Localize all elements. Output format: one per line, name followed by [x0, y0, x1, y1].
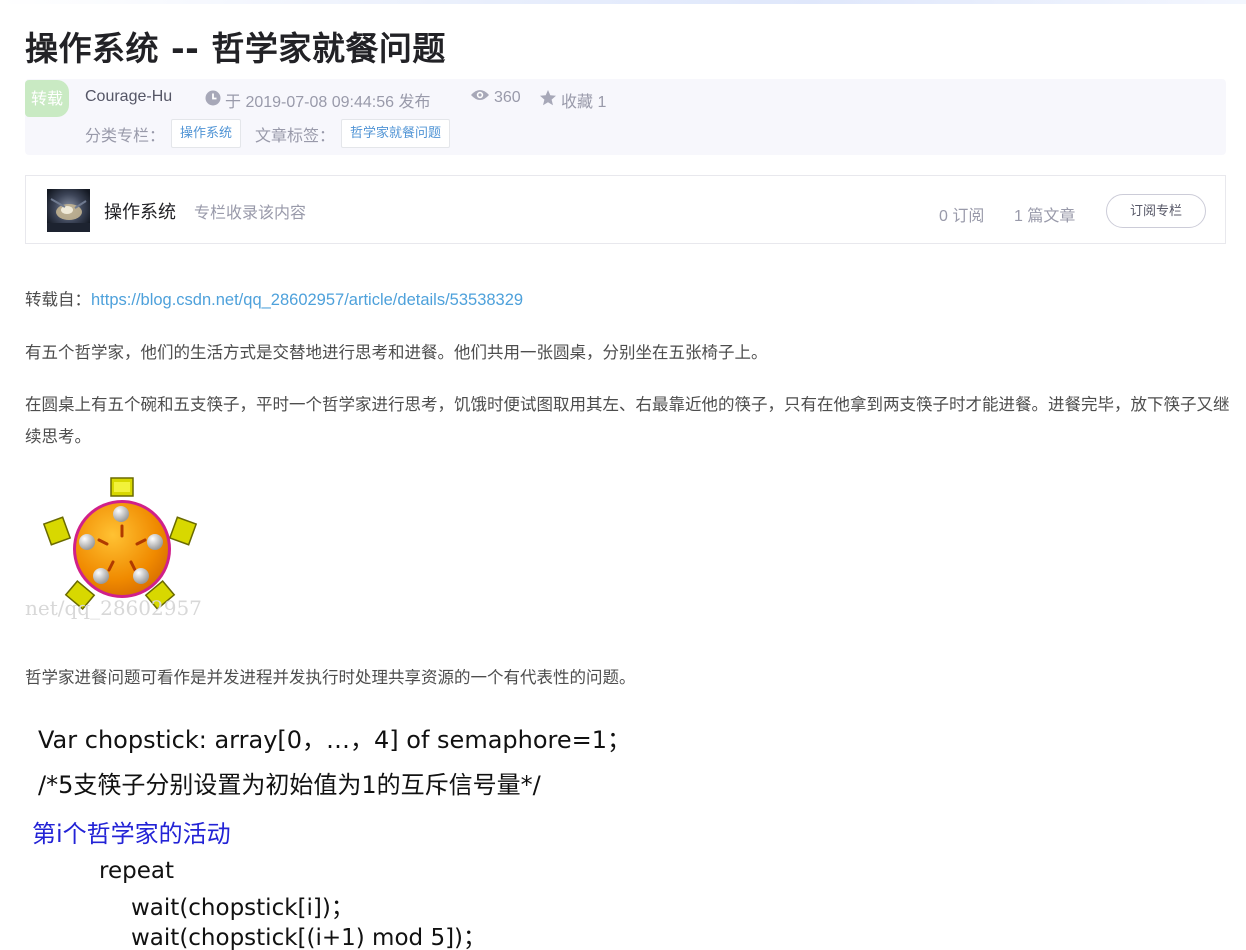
- code-line-1: Var chopstick: array[0，…，4] of semaphore…: [38, 726, 632, 754]
- article-title: 操作系统 -- 哲学家就餐问题: [25, 29, 446, 68]
- code-line-2: /*5支筷子分别设置为初始值为1的互斥信号量*/: [38, 771, 541, 799]
- code-line-3: 第i个哲学家的活动: [32, 820, 231, 848]
- column-cover-image[interactable]: [47, 189, 90, 232]
- publish-time-text: 于 2019-07-08 09:44:56 发布: [225, 94, 431, 111]
- subscribe-column-button[interactable]: 订阅专栏: [1106, 194, 1206, 228]
- favorite-button[interactable]: 收藏 1: [539, 88, 606, 112]
- tag-chip[interactable]: 哲学家就餐问题: [341, 119, 451, 148]
- category-label: 分类专栏：: [85, 125, 166, 145]
- image-watermark: net/qq_28602957: [25, 596, 202, 620]
- column-subscriber-count: 0 订阅: [939, 208, 985, 225]
- paragraph-3: 哲学家进餐问题可看作是并发进程并发执行时处理共享资源的一个有代表性的问题。: [25, 668, 636, 687]
- view-count: 360: [470, 88, 521, 107]
- star-icon: [539, 89, 557, 112]
- publish-time: 于 2019-07-08 09:44:56 发布: [205, 88, 430, 112]
- paragraph-2: 在圆桌上有五个碗和五支筷子，平时一个哲学家进行思考，饥饿时便试图取用其左、右最靠…: [25, 395, 1230, 446]
- repost-badge: 转载: [25, 80, 69, 117]
- code-line-4: repeat: [99, 858, 174, 884]
- column-name-link[interactable]: 操作系统: [104, 198, 176, 224]
- top-gradient-strip: [0, 0, 1246, 4]
- author-link[interactable]: Courage-Hu: [85, 88, 172, 106]
- category-row: 分类专栏： 操作系统 文章标签： 哲学家就餐问题: [85, 119, 451, 148]
- code-image: Var chopstick: array[0，…，4] of semaphore…: [25, 710, 725, 950]
- dining-table-diagram: net/qq_28602957: [25, 474, 225, 624]
- column-description: 专栏收录该内容: [194, 203, 307, 222]
- source-link[interactable]: https://blog.csdn.net/qq_28602957/articl…: [91, 291, 523, 309]
- paragraph-1: 有五个哲学家，他们的生活方式是交替地进行思考和进餐。他们共用一张圆桌，分别坐在五…: [25, 343, 768, 362]
- category-chip[interactable]: 操作系统: [171, 119, 242, 148]
- article-info-box: 转载 Courage-Hu 于 2019-07-08 09:44:56 发布 3…: [25, 79, 1226, 155]
- column-card: 操作系统 专栏收录该内容 0 订阅 1 篇文章 订阅专栏: [25, 175, 1226, 244]
- code-line-6: wait(chopstick[(i+1) mod 5])；: [131, 925, 487, 950]
- code-line-5: wait(chopstick[i])；: [131, 895, 354, 921]
- tags-label: 文章标签：: [255, 125, 336, 145]
- eye-icon: [470, 88, 490, 107]
- column-article-count: 1 篇文章: [1014, 208, 1076, 225]
- favorite-count-text: 收藏 1: [561, 94, 607, 111]
- clock-icon: [205, 90, 221, 111]
- view-count-text: 360: [494, 88, 521, 106]
- source-paragraph: 转载自：https://blog.csdn.net/qq_28602957/ar…: [25, 284, 523, 316]
- source-prefix: 转载自：: [25, 290, 91, 309]
